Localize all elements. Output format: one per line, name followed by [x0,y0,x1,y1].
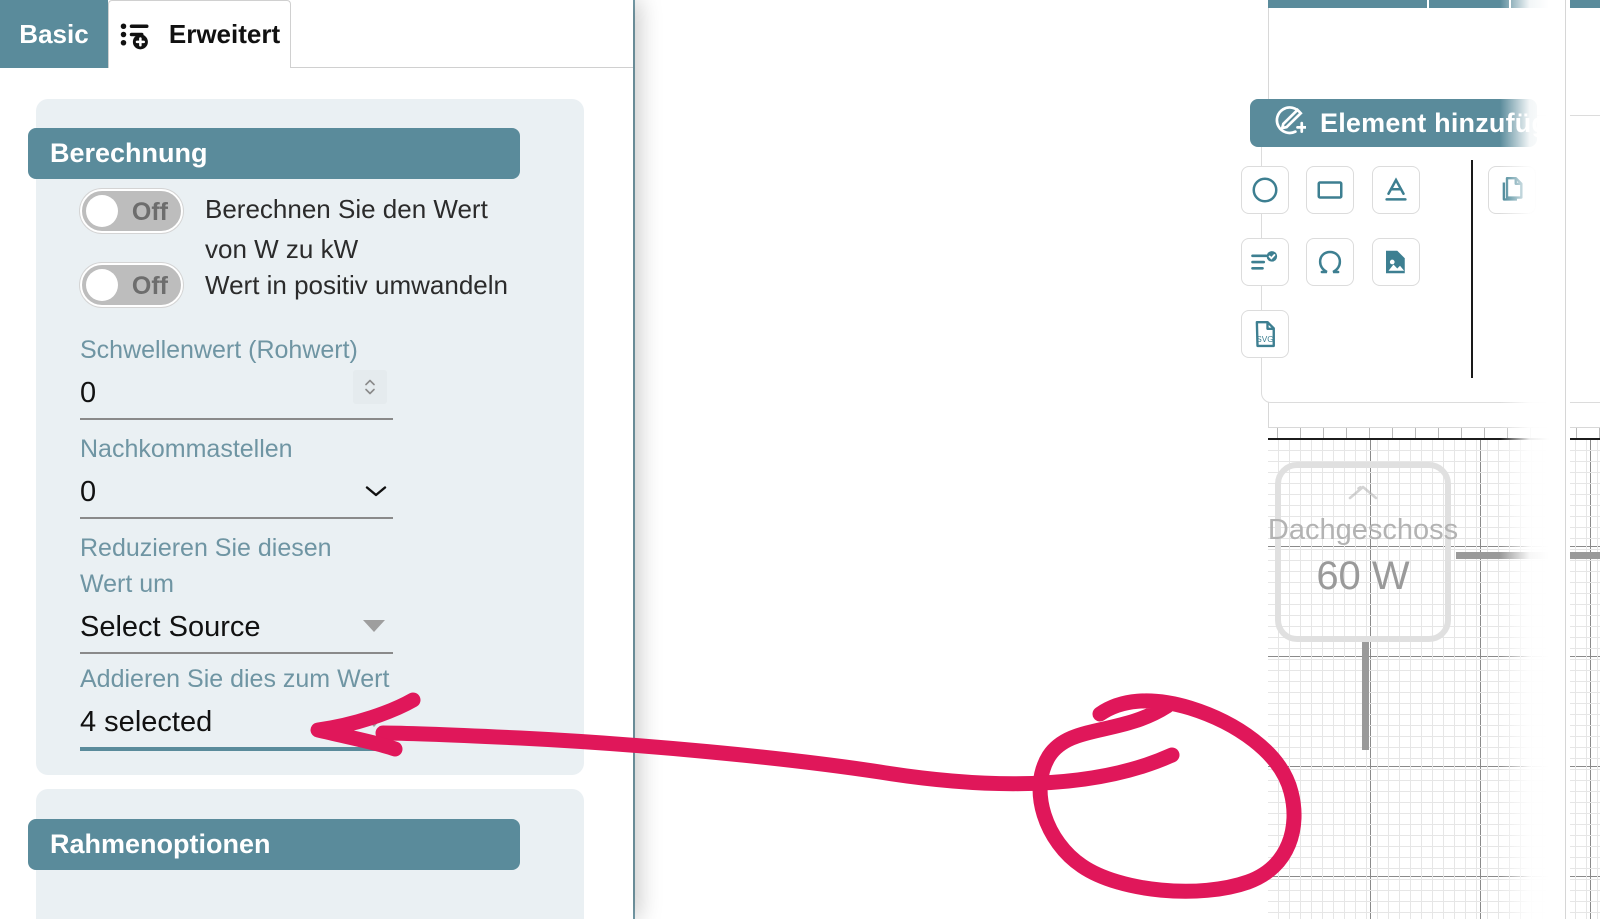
toggle-convert-to-positive[interactable]: Off [80,263,183,307]
field-label: Nachkommastellen [80,435,293,463]
field-nachkommastellen: Nachkommastellen 0 [80,431,393,519]
omega-icon-button[interactable] [1306,238,1355,286]
house-roof-icon [1346,482,1380,511]
toolbar-vertical-separator [1471,160,1473,378]
field-label: Addieren Sie dies zum Wert [80,665,390,693]
field-input-row[interactable]: 4 selected [80,697,393,751]
field-value: 0 [80,376,97,409]
section-rahmenoptionen-title: Rahmenoptionen [50,829,271,859]
app-left-border [633,0,635,919]
tab-basic-label: Basic [19,18,89,49]
app-background: Element hinzufügen SVG Dachgeschoss 60 W [633,0,1600,919]
number-stepper[interactable] [353,370,387,404]
toggle-state-label: Off [131,272,168,300]
image-icon-button[interactable] [1371,238,1420,286]
section-berechnung-title: Berechnung [50,138,208,168]
tabs-bottom-rule [291,67,633,68]
svg-file-icon-button[interactable]: SVG [1241,310,1289,358]
add-element-button-grid: SVG [1241,166,1461,382]
canvas-right-fade [1500,0,1570,919]
tab-divider [1427,0,1429,8]
tab-erweitert-label: Erweitert [168,19,281,49]
toggle-label-positive: Wert in positiv umwandeln [205,270,508,300]
toggle-label-kw: Berechnen Sie den Wert von W zu kW [205,194,488,264]
edge-dachgeschoss-down [1362,640,1369,750]
field-schwellenwert: Schwellenwert (Rohwert) 0 [80,332,393,420]
field-value: 0 [80,475,97,508]
triangle-down-icon[interactable] [363,620,385,632]
section-rahmenoptionen-header: Rahmenoptionen [28,819,520,870]
section-berechnung-header: Berechnung [28,128,520,179]
list-add-icon [119,20,153,50]
field-input-row[interactable]: 0 [80,467,393,519]
settings-tabs: Basic Erweitert [0,0,633,68]
field-label: Schwellenwert (Rohwert) [80,336,358,364]
node-value: 60 W [1316,554,1410,598]
toggle-knob [86,269,118,301]
field-value: Select Source [80,610,261,643]
node-dachgeschoss[interactable]: Dachgeschoss 60 W [1268,462,1458,642]
toggle-knob [86,195,118,227]
advanced-settings-panel: Basic Erweitert Berechnung Off Berechnen… [0,0,633,919]
text-a-icon-button[interactable] [1371,166,1420,214]
node-label: Dachgeschoss [1268,514,1459,546]
field-input-row[interactable]: 0 [80,368,393,420]
toggle-row-positive: Off Wert in positiv umwandeln [80,263,508,307]
field-addieren: Addieren Sie dies zum Wert 4 selected [80,661,393,751]
chevron-down-icon[interactable] [363,477,389,503]
field-label: Reduzieren Sie diesen Wert um [80,534,332,598]
toggle-row-kw: Off Berechnen Sie den Wert von W zu kW [80,189,535,269]
rectangle-icon-button[interactable] [1306,166,1355,214]
screen-root: Element hinzufügen SVG Dachgeschoss 60 W… [0,0,1600,919]
tab-basic[interactable]: Basic [0,0,108,68]
field-input-row[interactable]: Select Source [80,602,393,654]
window-right-border [1565,0,1566,919]
edit-add-icon [1272,104,1308,143]
tab-erweitert[interactable]: Erweitert [108,0,291,68]
triangle-down-icon[interactable] [363,715,385,727]
circle-icon-button[interactable] [1241,166,1289,214]
field-reduzieren: Reduzieren Sie diesen Wert um Select Sou… [80,530,393,654]
field-value: 4 selected [80,705,213,738]
toggle-convert-w-to-kw[interactable]: Off [80,189,183,233]
add-element-header: Element hinzufügen [1250,99,1580,147]
svg-text:SVG: SVG [1256,335,1273,344]
list-check-icon-button[interactable] [1241,238,1289,286]
toggle-state-label: Off [131,198,168,226]
